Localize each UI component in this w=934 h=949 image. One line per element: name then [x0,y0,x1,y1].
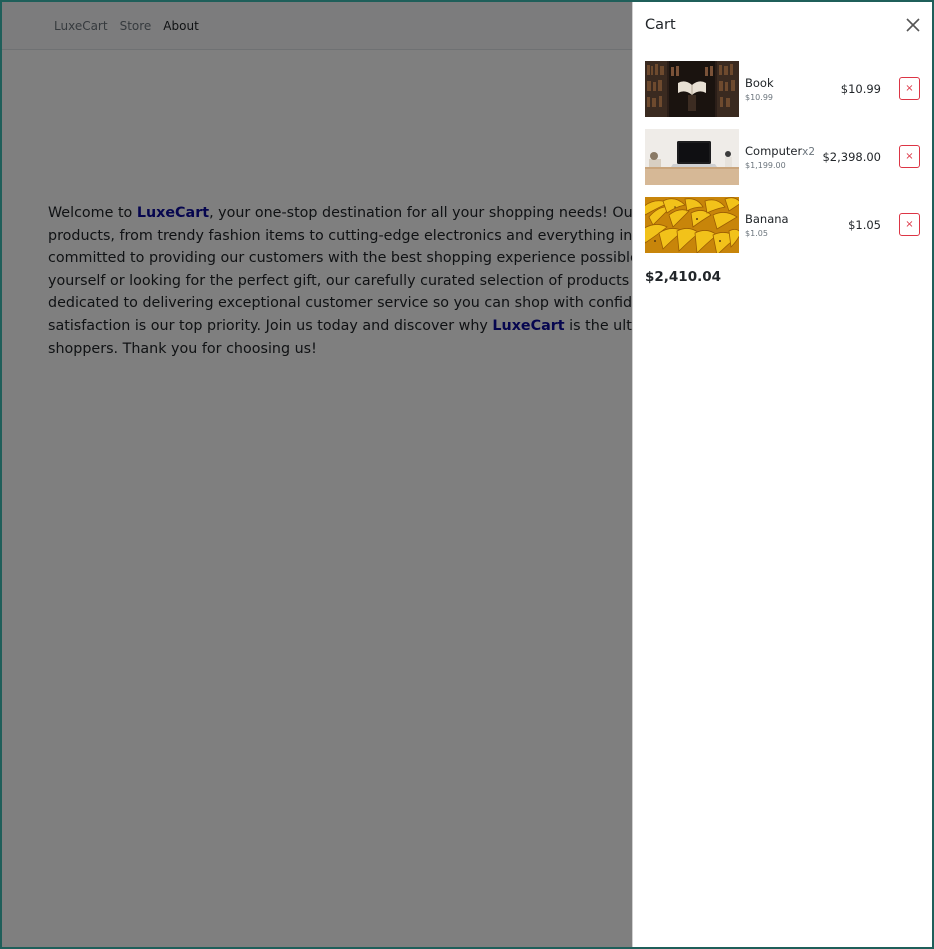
item-quantity: x2 [802,146,816,158]
item-name-text: Banana [745,212,789,226]
cart-item: Computerx2 $1,199.00 $2,398.00 × [645,129,921,185]
remove-item-button[interactable]: × [899,213,920,236]
item-total-price: $10.99 [840,82,881,96]
item-name: Banana [745,212,789,226]
remove-item-button[interactable]: × [899,145,920,168]
item-unit-price: $10.99 [745,93,773,102]
item-total-price: $1.05 [848,218,881,232]
app-window: LuxeCart Store About Welcome to LuxeCart… [2,2,932,947]
item-unit-price: $1,199.00 [745,161,786,170]
close-icon [906,18,920,32]
remove-item-button[interactable]: × [899,77,920,100]
cart-item: Book $10.99 $10.99 × [645,61,921,117]
cart-item: Banana $1.05 $1.05 × [645,197,921,253]
item-total-price: $2,398.00 [822,150,881,164]
cart-offcanvas: Cart Book $10.99 $10.99 × Computerx2 $1,… [632,2,932,947]
cart-title: Cart [645,17,676,33]
item-name: Computerx2 [745,144,815,158]
close-button[interactable] [903,15,923,35]
banana-photo [645,197,739,253]
item-name-text: Book [745,76,774,90]
item-name-text: Computer [745,144,803,158]
cart-total: $2,410.04 [645,269,722,285]
laptop-photo [645,129,739,185]
item-name: Book [745,76,774,90]
item-unit-price: $1.05 [745,229,768,238]
book-photo [645,61,739,117]
